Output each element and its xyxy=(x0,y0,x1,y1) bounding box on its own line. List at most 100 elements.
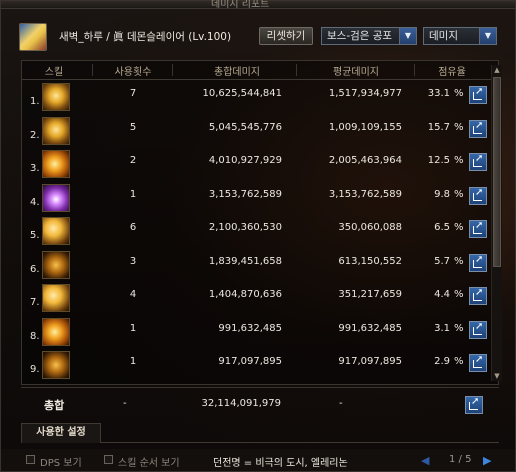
window-title: 데미지 리포트 xyxy=(211,0,270,10)
table-row: 7. 4 1,404,870,636 351,217,659 4.4% xyxy=(22,282,500,314)
total-damage: 1,839,451,658 xyxy=(208,255,282,267)
reset-button[interactable]: 리셋하기 xyxy=(259,27,313,45)
table-scrollbar[interactable]: ▲ ▼ xyxy=(491,65,502,381)
share-button[interactable] xyxy=(469,287,487,305)
rank-number: 1. xyxy=(30,96,40,107)
share-button[interactable] xyxy=(469,320,487,339)
table-row: 2. 5 5,045,545,776 1,009,109,155 15.7% xyxy=(22,115,500,147)
skill-icon xyxy=(42,83,70,111)
table-row: 8. 1 991,632,485 991,632,485 3.1% xyxy=(22,316,500,348)
use-count: 5 xyxy=(129,121,137,133)
average-damage: 991,632,485 xyxy=(338,322,402,334)
percent-sign: % xyxy=(454,356,464,367)
total-damage: 1,404,870,636 xyxy=(208,289,282,300)
rank-number: 5. xyxy=(30,230,40,241)
character-avatar xyxy=(19,23,47,51)
character-name: 새벽_하루 / 眞 데몬슬레이어 (Lv.100) xyxy=(59,31,232,43)
share-button[interactable] xyxy=(469,119,487,138)
total-damage: 2,100,360,530 xyxy=(208,222,282,233)
title-bar[interactable]: 데미지 리포트 xyxy=(1,0,515,10)
table-row: 1. 7 10,625,544,841 1,517,934,977 33.1% xyxy=(22,81,500,113)
skill-icon xyxy=(42,183,70,212)
table-row: 6. 3 1,839,451,658 613,150,552 5.7% xyxy=(22,249,500,281)
rank-number: 7. xyxy=(30,297,40,308)
percent-sign: % xyxy=(454,88,464,99)
percent-sign: % xyxy=(454,255,464,267)
percent-sign: % xyxy=(454,188,464,200)
boss-select[interactable]: 보스-검은 공포 ▼ xyxy=(321,27,417,45)
share-button[interactable] xyxy=(469,253,487,272)
share-button[interactable] xyxy=(469,220,487,238)
column-header-count: 사용횟수 xyxy=(114,67,152,78)
damage-report-window: 데미지 리포트 새벽_하루 / 眞 데몬슬레이어 (Lv.100) 리셋하기 보… xyxy=(0,0,516,472)
scroll-up-icon[interactable]: ▲ xyxy=(492,65,502,75)
next-page-icon[interactable]: ▶ xyxy=(483,454,491,467)
total-sum: 32,114,091,979 xyxy=(201,398,281,409)
total-average: - xyxy=(339,398,343,409)
percent-sign: % xyxy=(454,155,464,166)
use-count: 1 xyxy=(129,356,137,367)
table-row: 3. 2 4,010,927,929 2,005,463,964 12.5% xyxy=(22,148,500,180)
average-damage: 350,060,088 xyxy=(338,222,402,233)
dps-view-checkbox[interactable] xyxy=(26,455,35,464)
total-damage: 5,045,545,776 xyxy=(208,121,282,133)
total-damage: 3,153,762,589 xyxy=(208,188,282,200)
column-header-total: 총합데미지 xyxy=(214,67,260,78)
column-header-average: 평균데미지 xyxy=(333,67,379,78)
rank-number: 2. xyxy=(30,129,40,141)
damage-share: 15.7 xyxy=(427,121,450,133)
metric-select[interactable]: 데미지 ▼ xyxy=(423,27,497,45)
scroll-down-icon[interactable]: ▼ xyxy=(492,371,502,381)
total-row: 총합 - 32,114,091,979 - xyxy=(21,387,499,421)
chevron-down-icon[interactable]: ▼ xyxy=(479,28,496,44)
metric-select-value: 데미지 xyxy=(429,30,458,42)
total-damage: 4,010,927,929 xyxy=(208,155,282,166)
total-damage: 991,632,485 xyxy=(218,322,282,334)
rank-number: 6. xyxy=(30,263,40,275)
damage-share: 9.8 xyxy=(434,188,450,200)
rank-number: 9. xyxy=(30,364,40,375)
average-damage: 917,097,895 xyxy=(338,356,402,367)
table-row: 4. 1 3,153,762,589 3,153,762,589 9.8% xyxy=(22,182,500,214)
average-damage: 351,217,659 xyxy=(338,289,402,300)
average-damage: 3,153,762,589 xyxy=(328,188,402,200)
share-button[interactable] xyxy=(469,153,487,171)
skill-icon xyxy=(42,250,70,279)
share-button[interactable] xyxy=(469,354,487,372)
percent-sign: % xyxy=(454,322,464,334)
skill-order-checkbox[interactable] xyxy=(104,455,113,464)
table-header: 스킬 사용횟수 총합데미지 평균데미지 점유율 xyxy=(22,61,498,80)
total-damage: 10,625,544,841 xyxy=(202,88,282,99)
damage-share: 5.7 xyxy=(434,255,450,267)
skill-icon xyxy=(42,150,70,178)
average-damage: 2,005,463,964 xyxy=(328,155,402,166)
share-button[interactable] xyxy=(465,396,483,414)
scroll-thumb[interactable] xyxy=(493,77,501,267)
dungeon-name: 던전명 = 비극의 도시, 엘레리논 xyxy=(213,458,348,469)
share-button[interactable] xyxy=(469,86,487,104)
total-count: - xyxy=(123,398,127,409)
use-count: 3 xyxy=(129,255,137,267)
use-count: 4 xyxy=(129,289,137,300)
skill-icon xyxy=(42,317,70,346)
character-header: 새벽_하루 / 眞 데몬슬레이어 (Lv.100) 리셋하기 보스-검은 공포 … xyxy=(15,21,505,53)
total-damage: 917,097,895 xyxy=(218,356,282,367)
tab-used-settings[interactable]: 사용한 설정 xyxy=(21,423,101,443)
skill-icon xyxy=(42,351,70,379)
use-count: 2 xyxy=(129,155,137,166)
use-count: 7 xyxy=(129,88,137,99)
share-button[interactable] xyxy=(469,186,487,205)
percent-sign: % xyxy=(454,289,464,300)
column-header-skill: 스킬 xyxy=(44,67,64,78)
boss-select-value: 보스-검은 공포 xyxy=(327,30,393,42)
skill-order-label: 스킬 순서 보기 xyxy=(118,458,180,469)
prev-page-icon[interactable]: ◀ xyxy=(421,454,429,467)
use-count: 1 xyxy=(129,188,137,200)
table-row: 5. 6 2,100,360,530 350,060,088 6.5% xyxy=(22,215,500,247)
table-row: 9. 1 917,097,895 917,097,895 2.9% xyxy=(22,349,500,381)
percent-sign: % xyxy=(454,222,464,233)
chevron-down-icon[interactable]: ▼ xyxy=(399,28,416,44)
rank-number: 4. xyxy=(30,196,40,208)
average-damage: 1,009,109,155 xyxy=(328,121,402,133)
damage-share: 6.5 xyxy=(434,222,450,233)
